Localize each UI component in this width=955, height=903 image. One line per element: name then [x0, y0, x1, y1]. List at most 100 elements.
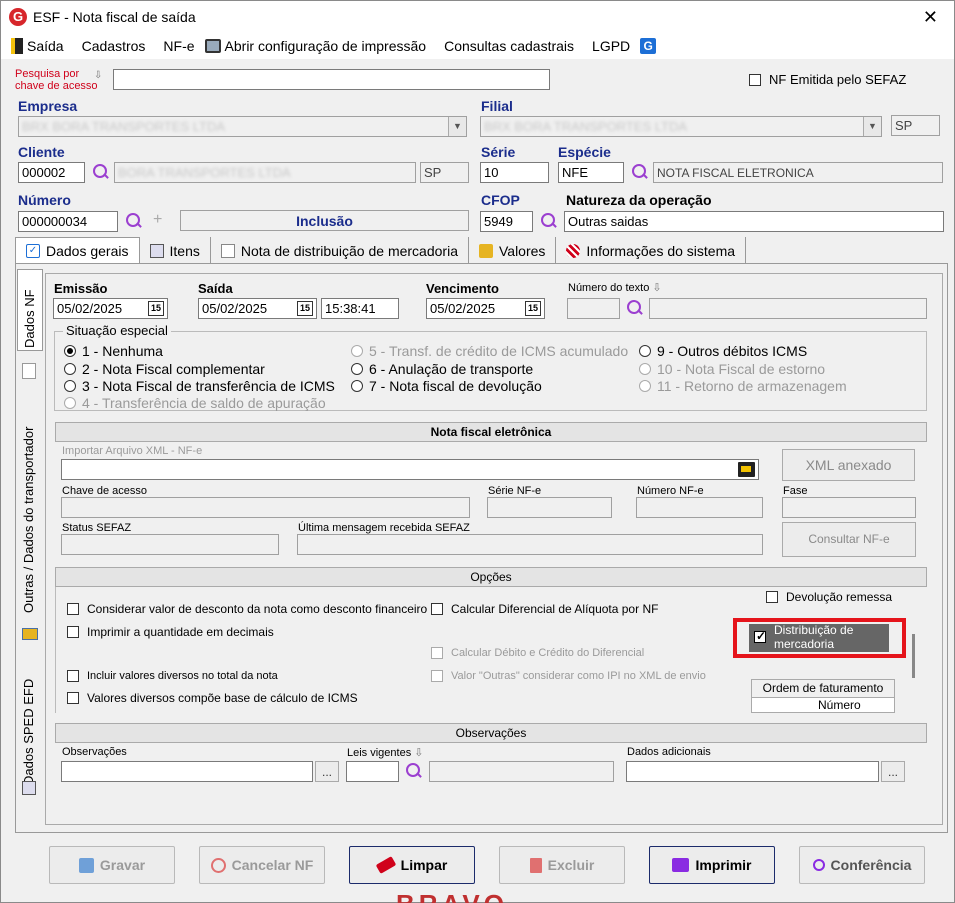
radio-situacao-6[interactable]: 6 - Anulação de transporte [351, 361, 533, 377]
excluir-button[interactable]: Excluir [499, 846, 625, 884]
imprimir-button[interactable]: Imprimir [649, 846, 775, 884]
button-label: Cancelar NF [231, 857, 314, 873]
status-sefaz-label: Status SEFAZ [62, 522, 132, 534]
radio-label: 6 - Anulação de transporte [369, 361, 534, 377]
tab-itens[interactable]: Itens [139, 237, 211, 264]
opcao-diferencial-aliquota[interactable]: Calcular Diferencial de Alíquota por NF [431, 602, 658, 616]
saida-value: 05/02/2025 [202, 301, 268, 316]
saida-date-input[interactable]: 05/02/2025 15 [198, 298, 317, 319]
search-icon[interactable] [125, 212, 143, 230]
observacoes-ellipsis-button[interactable]: ... [315, 761, 339, 782]
dados-adicionais-ellipsis-button[interactable]: ... [881, 761, 905, 782]
empresa-select[interactable]: BRX BORA TRANSPORTES LTDA ▼ [18, 116, 467, 137]
menu-consultas[interactable]: Consultas cadastrais [444, 38, 574, 54]
radio-situacao-10[interactable]: 10 - Nota Fiscal de estorno [639, 361, 825, 377]
observacoes-label: Observações [62, 746, 127, 758]
tab-valores[interactable]: Valores [468, 237, 557, 264]
radio-situacao-1[interactable]: 1 - Nenhuma [64, 343, 163, 359]
radio-situacao-11[interactable]: 11 - Retorno de armazenagem [639, 378, 847, 394]
opcao-outras-ipi[interactable]: Valor "Outras" considerar como IPI no XM… [431, 670, 706, 682]
scrollbar-thumb[interactable] [912, 634, 915, 678]
tab-dados-gerais[interactable]: ✓ Dados gerais [15, 237, 140, 264]
vencimento-date-input[interactable]: 05/02/2025 15 [426, 298, 545, 319]
side-tab-dados-nf[interactable]: Dados NF [17, 269, 43, 351]
opcao-desconto-financeiro[interactable]: Considerar valor de desconto da nota com… [67, 602, 427, 616]
radio-situacao-9[interactable]: 9 - Outros débitos ICMS [639, 343, 807, 359]
search-icon[interactable] [405, 762, 423, 780]
opcao-devolucao-remessa[interactable]: Devolução remessa [766, 590, 892, 604]
saida-time-input[interactable]: 15:38:41 [321, 298, 399, 319]
button-label: Limpar [400, 857, 448, 873]
vencimento-value: 05/02/2025 [430, 301, 496, 316]
radio-situacao-7[interactable]: 7 - Nota fiscal de devolução [351, 378, 542, 394]
emissao-value: 05/02/2025 [57, 301, 123, 316]
chevron-down-icon[interactable]: ▼ [448, 117, 466, 136]
radio-situacao-2[interactable]: 2 - Nota Fiscal complementar [64, 361, 265, 377]
folder-icon[interactable] [738, 462, 755, 477]
consultar-nfe-button[interactable]: Consultar NF-e [782, 522, 916, 557]
calendar-icon[interactable]: 15 [148, 301, 164, 316]
saida-label: Saída [198, 281, 233, 296]
menu-nfe[interactable]: NF-e [163, 38, 194, 54]
search-icon[interactable] [92, 163, 110, 181]
radio-situacao-3[interactable]: 3 - Nota Fiscal de transferência de ICMS [64, 378, 335, 394]
calendar-icon[interactable]: 15 [297, 301, 313, 316]
close-icon[interactable]: ✕ [923, 7, 938, 28]
numero-input[interactable]: 000000034 [18, 211, 118, 232]
chevron-down-icon[interactable]: ▼ [863, 117, 881, 136]
tab-nota-distribuicao[interactable]: Nota de distribuição de mercadoria [210, 237, 469, 264]
opcao-base-icms[interactable]: Valores diversos compõe base de cálculo … [67, 691, 358, 705]
limpar-button[interactable]: Limpar [349, 846, 475, 884]
radio-label: 10 - Nota Fiscal de estorno [657, 361, 826, 377]
nf-sefaz-label: NF Emitida pelo SEFAZ [769, 72, 907, 87]
leis-vigentes-input[interactable] [346, 761, 399, 782]
search-icon[interactable] [540, 212, 558, 230]
menu-print-config[interactable]: Abrir configuração de impressão [204, 38, 426, 54]
numero-texto-label: Número do texto ⇩ [568, 281, 662, 294]
side-tab-sped[interactable]: Dados SPED EFD [17, 659, 43, 789]
leis-vigentes-label: Leis vigentes ⇩ [347, 746, 424, 759]
opcao-debito-credito-diferencial[interactable]: Calcular Débito e Crédito do Diferencial [431, 647, 644, 659]
opcao-valores-diversos-total[interactable]: Incluir valores diversos no total da not… [67, 670, 278, 682]
filial-select[interactable]: BRX BORA TRANSPORTES LTDA ▼ [480, 116, 882, 137]
menu-lgpd[interactable]: LGPD [592, 38, 630, 54]
observacoes-input[interactable] [61, 761, 313, 782]
especie-input[interactable]: NFE [558, 162, 624, 183]
radio-situacao-4[interactable]: 4 - Transferência de saldo de apuração [64, 395, 326, 411]
conferencia-button[interactable]: Conferência [799, 846, 925, 884]
cancelar-nf-button[interactable]: Cancelar NF [199, 846, 325, 884]
menu-g-logo[interactable]: G [640, 38, 657, 54]
numero-texto-input[interactable] [567, 298, 620, 319]
nf-sefaz-checkbox[interactable]: NF Emitida pelo SEFAZ [749, 72, 906, 87]
tab-label: Itens [169, 242, 200, 259]
gravar-button[interactable]: Gravar [49, 846, 175, 884]
dados-adicionais-input[interactable] [626, 761, 879, 782]
tab-informacoes[interactable]: Informações do sistema [556, 237, 747, 264]
save-icon [78, 857, 94, 873]
xml-anexado-button[interactable]: XML anexado [782, 449, 915, 481]
menu-saida[interactable]: Saída [11, 38, 64, 54]
ordem-faturamento-grid[interactable]: Ordem de faturamento Número [751, 679, 895, 713]
app-logo-icon: G [9, 8, 27, 26]
natureza-input[interactable]: Outras saidas [564, 211, 944, 232]
dados-adicionais-label: Dados adicionais [627, 746, 711, 758]
plus-icon[interactable]: + [153, 211, 162, 229]
menu-cadastros[interactable]: Cadastros [82, 38, 146, 54]
import-xml-input[interactable] [61, 459, 759, 480]
search-icon[interactable] [631, 163, 649, 181]
cfop-input[interactable]: 5949 [480, 211, 533, 232]
radio-situacao-5[interactable]: 5 - Transf. de crédito de ICMS acumulado [351, 343, 628, 359]
cliente-code-input[interactable]: 000002 [18, 162, 85, 183]
side-tab-label: Dados NF [22, 289, 37, 348]
ultima-msg-field [297, 534, 763, 555]
serie-input[interactable]: 10 [480, 162, 549, 183]
emissao-date-input[interactable]: 05/02/2025 15 [53, 298, 168, 319]
side-tab-transportador[interactable]: Outras / Dados do transportador [17, 397, 43, 617]
opcao-quantidade-decimais[interactable]: Imprimir a quantidade em decimais [67, 625, 274, 639]
opcoes-section-header: Opções [55, 567, 927, 587]
radio-dot [64, 363, 76, 375]
search-icon[interactable] [626, 299, 644, 317]
radio-dot [639, 363, 651, 375]
calendar-icon[interactable]: 15 [525, 301, 541, 316]
search-input[interactable] [113, 69, 550, 90]
